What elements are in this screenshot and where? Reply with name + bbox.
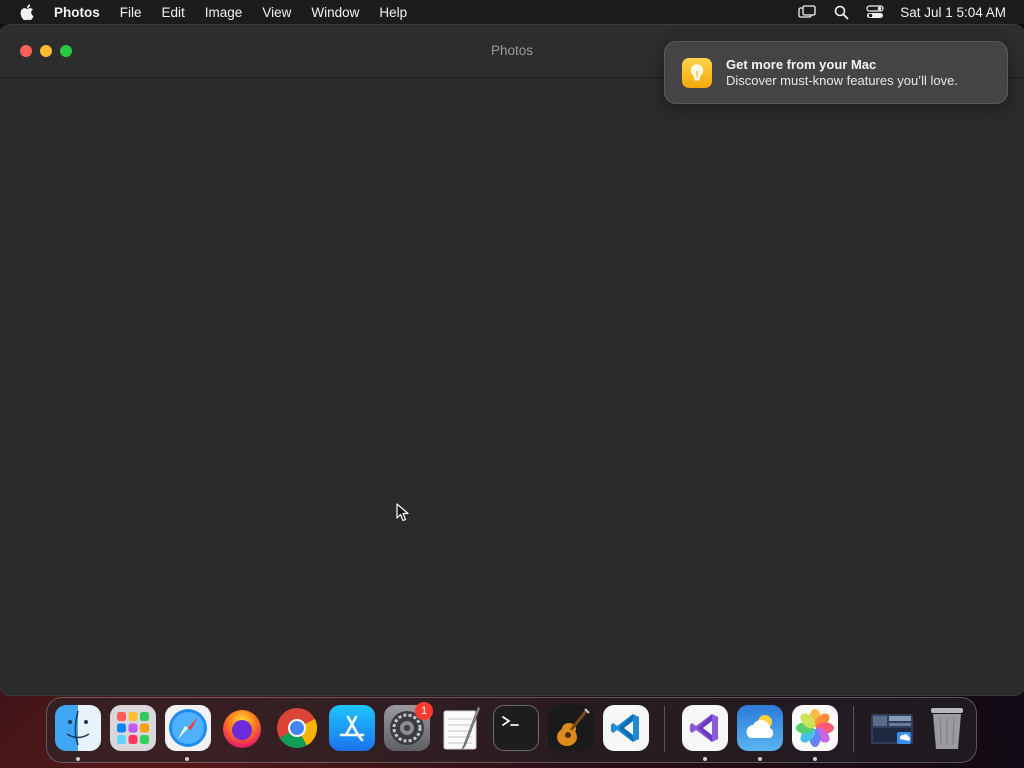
running-indicator (76, 757, 80, 761)
apple-menu-icon[interactable] (20, 4, 34, 20)
dock-separator (664, 706, 665, 752)
notification-banner[interactable]: Get more from your Mac Discover must-kno… (664, 41, 1008, 104)
menu-edit[interactable]: Edit (152, 0, 195, 24)
running-indicator (703, 757, 707, 761)
running-indicator (758, 757, 762, 761)
weather-icon[interactable] (737, 705, 783, 751)
textedit-icon[interactable] (439, 705, 485, 751)
tips-lightbulb-icon (682, 57, 712, 88)
notification-body: Discover must-know features you’ll love. (726, 72, 958, 88)
finder-icon[interactable] (55, 705, 101, 751)
menubar-clock[interactable]: Sat Jul 1 5:04 AM (900, 5, 1006, 20)
window-content-area (0, 78, 1024, 695)
menu-bar: Photos File Edit Image View Window Help … (0, 0, 1024, 24)
menu-window[interactable]: Window (301, 0, 369, 24)
mouse-pointer-icon (396, 503, 409, 522)
menu-app-name[interactable]: Photos (52, 0, 110, 24)
photos-icon[interactable] (792, 705, 838, 751)
dock-separator (853, 706, 854, 752)
downloads-folder-icon[interactable] (869, 705, 915, 751)
screen-mirroring-icon[interactable] (798, 4, 816, 20)
vscode-icon[interactable] (603, 705, 649, 751)
safari-icon[interactable] (165, 705, 211, 751)
running-indicator (185, 757, 189, 761)
spotlight-search-icon[interactable] (832, 4, 850, 20)
photos-window: Photos (0, 25, 1024, 695)
notification-badge: 1 (415, 702, 433, 720)
launchpad-icon[interactable] (110, 705, 156, 751)
menu-file[interactable]: File (110, 0, 152, 24)
trash-icon[interactable] (924, 705, 970, 751)
visual-studio-icon[interactable] (682, 705, 728, 751)
garageband-icon[interactable] (548, 705, 594, 751)
terminal-icon[interactable] (493, 705, 539, 751)
dock: 1 (46, 697, 977, 763)
chrome-icon[interactable] (274, 705, 320, 751)
running-indicator (813, 757, 817, 761)
menu-view[interactable]: View (252, 0, 301, 24)
notification-title: Get more from your Mac (726, 56, 877, 72)
control-center-icon[interactable] (866, 4, 884, 20)
firefox-icon[interactable] (219, 705, 265, 751)
menu-help[interactable]: Help (369, 0, 417, 24)
app-store-icon[interactable] (329, 705, 375, 751)
menu-image[interactable]: Image (195, 0, 253, 24)
